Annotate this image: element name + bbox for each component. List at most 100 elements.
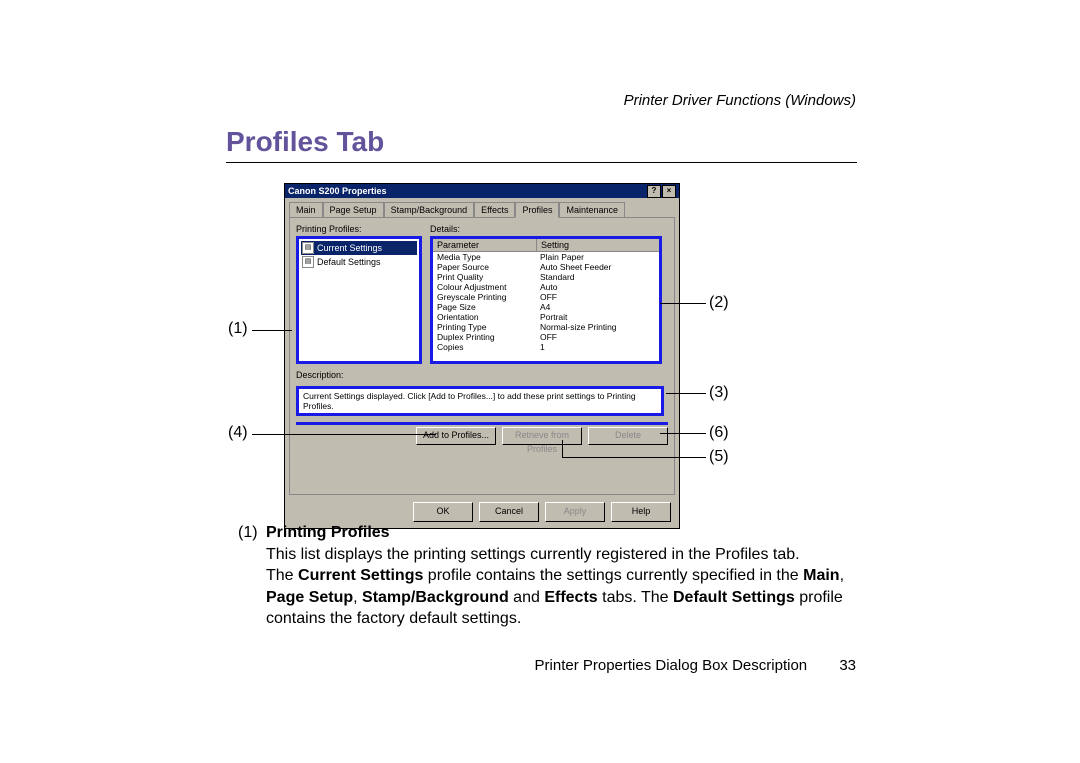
table-header: Parameter Setting	[433, 239, 659, 252]
table-row: Duplex PrintingOFF	[433, 332, 659, 342]
tab-maintenance[interactable]: Maintenance	[559, 202, 625, 218]
body-line: ,	[353, 589, 362, 606]
footer-text: Printer Properties Dialog Box Descriptio…	[535, 657, 808, 674]
help-button[interactable]: Help	[611, 502, 671, 522]
callout-line	[562, 457, 706, 458]
cell-param: Printing Type	[433, 322, 536, 332]
col-setting: Setting	[537, 239, 659, 251]
details-label: Details:	[430, 224, 668, 234]
item-number: (1)	[238, 522, 258, 544]
body-line: contains the factory default settings.	[266, 610, 521, 627]
callout-6: (6)	[709, 424, 729, 442]
table-row: Greyscale PrintingOFF	[433, 292, 659, 302]
profile-item-label: Default Settings	[317, 257, 381, 267]
tab-effects[interactable]: Effects	[474, 202, 515, 218]
tab-profiles[interactable]: Profiles	[515, 202, 559, 218]
body-line: profile	[795, 589, 843, 606]
cell-setting: A4	[536, 302, 659, 312]
table-row: Colour AdjustmentAuto	[433, 282, 659, 292]
cell-param: Colour Adjustment	[433, 282, 536, 292]
properties-dialog: Canon S200 Properties ? × Main Page Setu…	[284, 183, 680, 529]
details-table[interactable]: Parameter Setting Media TypePlain Paper …	[430, 236, 662, 364]
profile-icon: ▤	[302, 242, 314, 254]
callout-line	[666, 393, 706, 394]
cell-param: Duplex Printing	[433, 332, 536, 342]
callout-line	[252, 330, 292, 331]
cell-param: Orientation	[433, 312, 536, 322]
body-text: (1) Printing Profiles This list displays…	[266, 522, 856, 630]
bold-text: Current Settings	[298, 567, 423, 584]
profiles-list[interactable]: ▤ Current Settings ▤ Default Settings	[296, 236, 422, 364]
callout-line	[252, 434, 436, 435]
bold-text: Stamp/Background	[362, 589, 509, 606]
body-line: profile contains the settings currently …	[423, 567, 803, 584]
cell-setting: Auto Sheet Feeder	[536, 262, 659, 272]
profile-icon: ▤	[302, 256, 314, 268]
item-title: Printing Profiles	[266, 524, 390, 541]
retrieve-from-profiles-button[interactable]: Retrieve from Profiles	[502, 427, 582, 445]
title-bar[interactable]: Canon S200 Properties ? ×	[285, 184, 679, 198]
table-row: Page SizeA4	[433, 302, 659, 312]
body-line: ,	[840, 567, 844, 584]
add-to-profiles-button[interactable]: Add to Profiles...	[416, 427, 496, 445]
cell-setting: Plain Paper	[536, 252, 659, 262]
dialog-title: Canon S200 Properties	[288, 184, 387, 198]
tab-main[interactable]: Main	[289, 202, 323, 218]
cell-setting: Standard	[536, 272, 659, 282]
cell-setting: OFF	[536, 292, 659, 302]
horizontal-rule	[226, 162, 857, 163]
description-box: Current Settings displayed. Click [Add t…	[296, 386, 664, 416]
callout-3: (3)	[709, 384, 729, 402]
table-row: OrientationPortrait	[433, 312, 659, 322]
cell-param: Paper Source	[433, 262, 536, 272]
body-line: and	[509, 589, 545, 606]
description-label: Description:	[296, 370, 668, 380]
table-row: Copies1	[433, 342, 659, 352]
col-parameter: Parameter	[433, 239, 537, 251]
bold-text: Default Settings	[673, 589, 795, 606]
callout-1: (1)	[228, 320, 248, 338]
cell-setting: Portrait	[536, 312, 659, 322]
callout-line	[660, 433, 706, 434]
profile-item-label: Current Settings	[317, 243, 382, 253]
header-chapter: Printer Driver Functions (Windows)	[624, 92, 856, 109]
bold-text: Effects	[544, 589, 597, 606]
cell-param: Media Type	[433, 252, 536, 262]
apply-button[interactable]: Apply	[545, 502, 605, 522]
callout-line	[562, 440, 563, 458]
list-item[interactable]: ▤ Default Settings	[301, 255, 417, 269]
cell-param: Page Size	[433, 302, 536, 312]
table-row: Media TypePlain Paper	[433, 252, 659, 262]
bold-text: Main	[803, 567, 839, 584]
cell-param: Print Quality	[433, 272, 536, 282]
tabs-row: Main Page Setup Stamp/Background Effects…	[285, 198, 679, 218]
callout-4: (4)	[228, 424, 248, 442]
cancel-button[interactable]: Cancel	[479, 502, 539, 522]
body-line: This list displays the printing settings…	[266, 546, 800, 563]
bold-text: Page Setup	[266, 589, 353, 606]
body-line: tabs. The	[598, 589, 673, 606]
callout-line	[660, 303, 706, 304]
cell-setting: Auto	[536, 282, 659, 292]
callout-5: (5)	[709, 448, 729, 466]
callout-2: (2)	[709, 294, 729, 312]
footer: Printer Properties Dialog Box Descriptio…	[535, 657, 856, 674]
tab-page-setup[interactable]: Page Setup	[323, 202, 384, 218]
ok-button[interactable]: OK	[413, 502, 473, 522]
cell-setting: Normal-size Printing	[536, 322, 659, 332]
list-item[interactable]: ▤ Current Settings	[301, 241, 417, 255]
tab-stamp-background[interactable]: Stamp/Background	[384, 202, 475, 218]
cell-param: Copies	[433, 342, 536, 352]
close-icon[interactable]: ×	[662, 185, 676, 198]
cell-setting: OFF	[536, 332, 659, 342]
body-line: The	[266, 567, 298, 584]
profiles-list-label: Printing Profiles:	[296, 224, 422, 234]
page-number: 33	[839, 657, 856, 674]
delete-button[interactable]: Delete	[588, 427, 668, 445]
table-row: Paper SourceAuto Sheet Feeder	[433, 262, 659, 272]
table-row: Printing TypeNormal-size Printing	[433, 322, 659, 332]
cell-param: Greyscale Printing	[433, 292, 536, 302]
tab-pane: Printing Profiles: ▤ Current Settings ▤ …	[289, 217, 675, 495]
help-icon[interactable]: ?	[647, 185, 661, 198]
table-row: Print QualityStandard	[433, 272, 659, 282]
